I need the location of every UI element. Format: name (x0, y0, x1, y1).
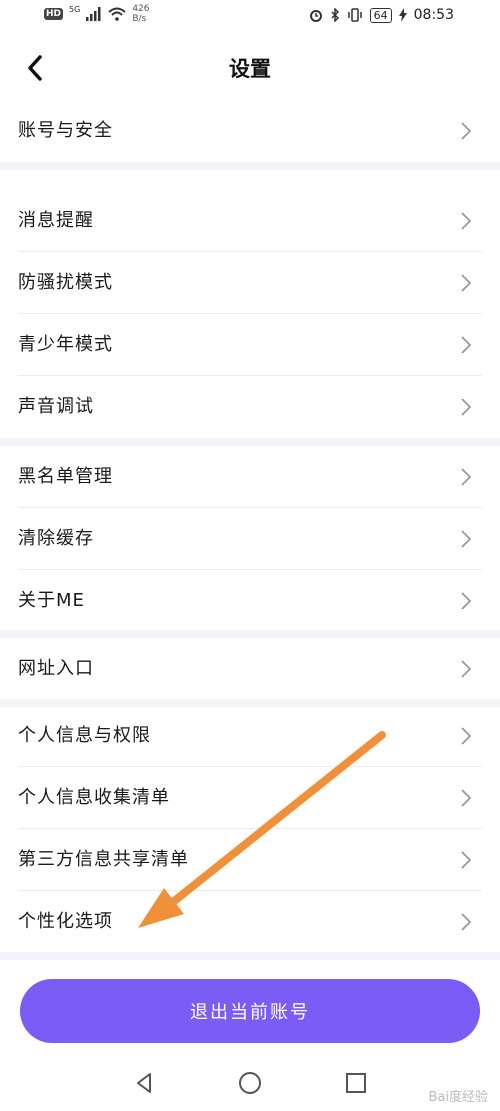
settings-item-label: 消息提醒 (18, 210, 94, 231)
nav-back-icon[interactable] (132, 1070, 158, 1096)
settings-item-label: 清除缓存 (18, 528, 94, 549)
settings-item-anti-harassment[interactable]: 防骚扰模式 (0, 252, 500, 314)
settings-item-blacklist[interactable]: 黑名单管理 (0, 446, 500, 508)
chevron-right-icon (461, 660, 472, 678)
signal-icon (86, 7, 101, 21)
settings-group-privacy: 个人信息与权限 个人信息收集清单 第三方信息共享清单 个性化选项 (0, 705, 500, 953)
network-speed-unit: B/s (132, 14, 147, 24)
settings-item-third-party-sharing-list[interactable]: 第三方信息共享清单 (0, 829, 500, 891)
hd-badge: HD (44, 8, 64, 20)
status-bar-right: 64 08:53 (309, 7, 454, 23)
settings-item-label: 关于ME (18, 590, 85, 611)
settings-item-sound-debug[interactable]: 声音调试 (0, 376, 500, 438)
settings-item-label: 防骚扰模式 (18, 272, 113, 293)
settings-item-label: 黑名单管理 (18, 466, 113, 487)
status-bar: HD 5G 426 B/s 64 08:53 (0, 0, 500, 34)
bluetooth-icon (331, 8, 339, 22)
settings-item-label: 个人信息与权限 (18, 725, 151, 746)
battery-level: 64 (369, 7, 392, 23)
chevron-right-icon (461, 592, 472, 610)
network-speed: 426 B/s (132, 4, 149, 24)
chevron-right-icon (461, 530, 472, 548)
charging-icon (398, 8, 407, 22)
watermark: Bai度经验 (428, 1090, 489, 1105)
settings-item-account-security[interactable]: 账号与安全 (0, 100, 500, 162)
section-divider (0, 952, 500, 960)
chevron-right-icon (461, 913, 472, 931)
settings-item-personalization[interactable]: 个性化选项 (0, 891, 500, 953)
settings-item-label: 青少年模式 (18, 334, 113, 355)
settings-group-account: 账号与安全 (0, 100, 500, 162)
settings-item-message-reminder[interactable]: 消息提醒 (0, 190, 500, 252)
settings-group-general: 黑名单管理 清除缓存 关于ME (0, 446, 500, 632)
chevron-right-icon (461, 336, 472, 354)
clock-time: 08:53 (413, 7, 454, 23)
settings-item-url-entry[interactable]: 网址入口 (0, 638, 500, 699)
chevron-right-icon (461, 468, 472, 486)
system-nav-bar: Bai度经验 (0, 1058, 500, 1111)
settings-item-label: 声音调试 (18, 396, 94, 417)
chevron-right-icon (461, 851, 472, 869)
chevron-right-icon (461, 727, 472, 745)
settings-group-url: 网址入口 (0, 638, 500, 699)
section-divider (0, 162, 500, 170)
settings-item-info-collection-list[interactable]: 个人信息收集清单 (0, 767, 500, 829)
network-type: 5G (69, 4, 81, 14)
settings-item-clear-cache[interactable]: 清除缓存 (0, 508, 500, 570)
settings-item-personal-info-permissions[interactable]: 个人信息与权限 (0, 705, 500, 767)
settings-item-label: 网址入口 (18, 658, 94, 679)
page-title: 设置 (229, 57, 271, 81)
chevron-right-icon (461, 789, 472, 807)
settings-group-notifications: 消息提醒 防骚扰模式 青少年模式 声音调试 (0, 190, 500, 438)
status-bar-left: HD 5G 426 B/s (44, 4, 150, 24)
chevron-right-icon (461, 398, 472, 416)
chevron-right-icon (461, 274, 472, 292)
settings-item-label: 第三方信息共享清单 (18, 849, 189, 870)
settings-item-label: 个性化选项 (18, 911, 113, 932)
settings-item-about[interactable]: 关于ME (0, 570, 500, 632)
chevron-right-icon (461, 212, 472, 230)
chevron-right-icon (461, 122, 472, 140)
network-speed-value: 426 (132, 4, 150, 14)
alarm-icon (309, 10, 322, 22)
settings-item-teen-mode[interactable]: 青少年模式 (0, 314, 500, 376)
vibrate-icon (347, 8, 362, 22)
header: 设置 (0, 34, 500, 100)
settings-item-label: 账号与安全 (18, 120, 113, 141)
settings-item-label: 个人信息收集清单 (18, 787, 170, 808)
wifi-icon (108, 7, 126, 21)
nav-recents-icon[interactable] (343, 1070, 369, 1096)
logout-button[interactable]: 退出当前账号 (20, 979, 480, 1043)
nav-home-icon[interactable] (237, 1070, 263, 1096)
section-divider (0, 438, 500, 446)
